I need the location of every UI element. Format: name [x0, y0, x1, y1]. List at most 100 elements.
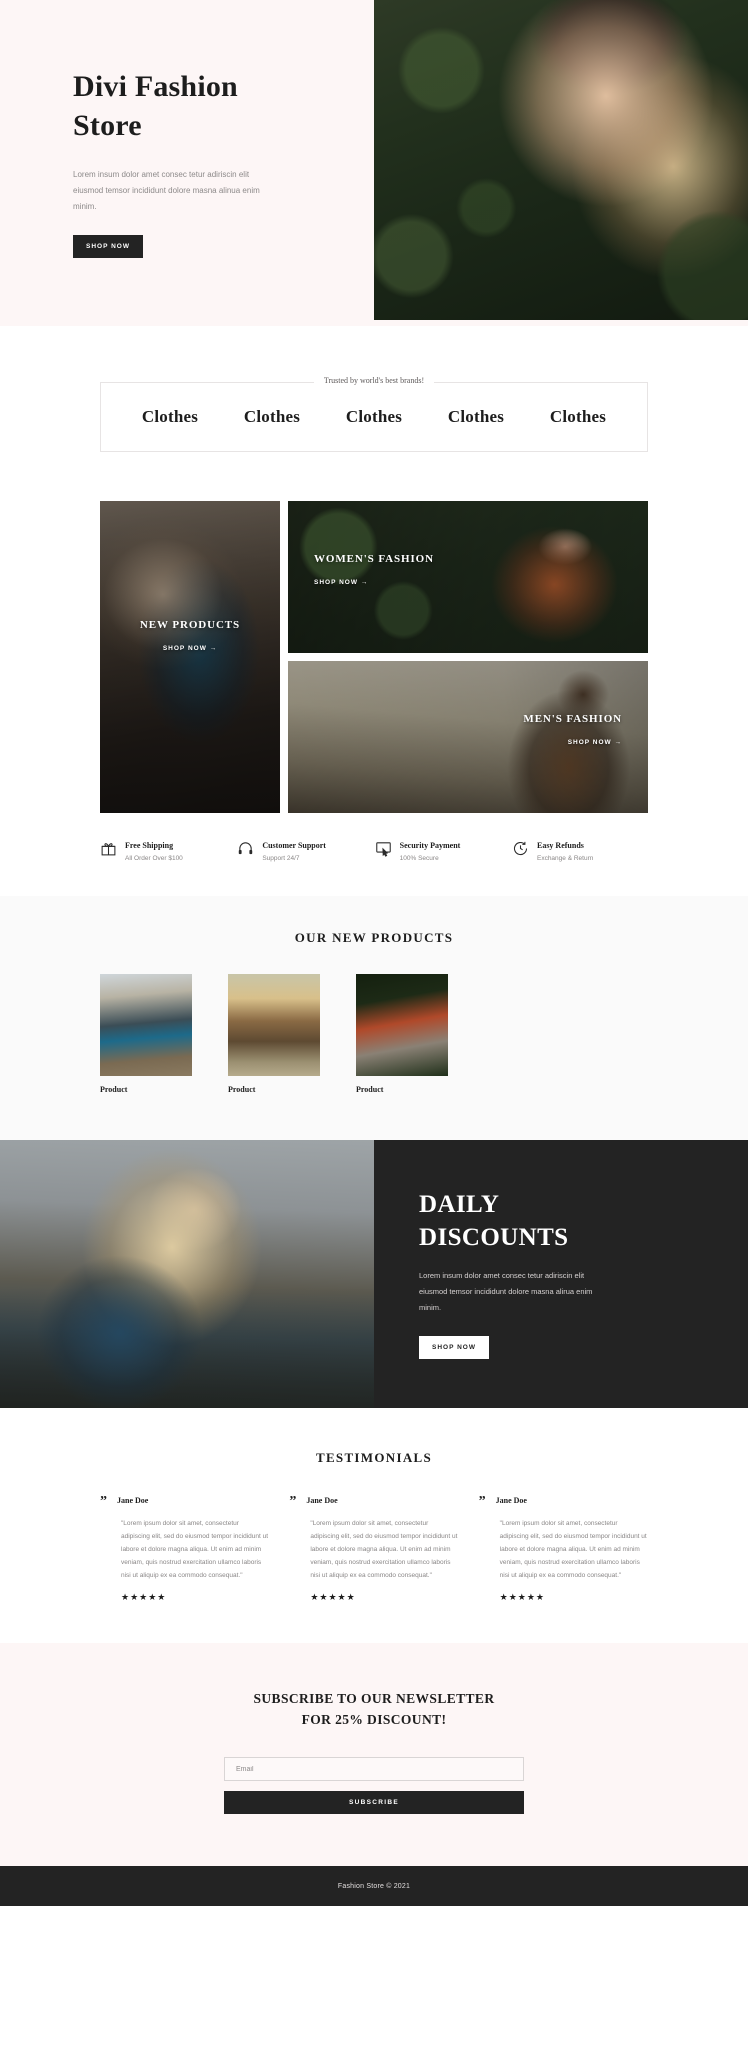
product-card[interactable]: Product: [228, 974, 320, 1094]
newsletter-form: SUBSCRIBE: [224, 1757, 524, 1815]
subscribe-button[interactable]: SUBSCRIBE: [224, 1791, 524, 1815]
category-card-content: NEW PRODUCTS SHOP NOW →: [100, 619, 280, 652]
testimonial-header: ” Jane Doe: [479, 1494, 648, 1508]
newsletter-section: SUBSCRIBE TO OUR NEWSLETTER FOR 25% DISC…: [0, 1643, 748, 1867]
discount-title-line2: DISCOUNTS: [419, 1223, 569, 1251]
benefit-subtitle: Support 24/7: [262, 855, 300, 862]
testimonial-rating: ★★★★★: [121, 1592, 167, 1603]
clock-refund-icon: [512, 840, 529, 857]
hero-shop-now-button[interactable]: SHOP NOW: [73, 234, 143, 258]
benefit-item: Security Payment 100% Secure: [375, 835, 511, 862]
discount-photo-woman-denim: [0, 1140, 374, 1408]
product-image: [356, 974, 448, 1076]
product-card[interactable]: Product: [356, 974, 448, 1094]
benefit-text: Customer Support Support 24/7: [262, 835, 326, 862]
secure-payment-icon: [375, 840, 392, 857]
benefit-item: Easy Refunds Exchange & Return: [512, 835, 648, 862]
product-image: [228, 974, 320, 1076]
hero-copy: Divi Fashion Store Lorem insum dolor ame…: [0, 0, 374, 326]
discount-copy: DAILY DISCOUNTS Lorem insum dolor amet c…: [374, 1140, 748, 1408]
category-shop-now-link[interactable]: SHOP NOW →: [314, 579, 434, 586]
hero-paragraph: Lorem insum dolor amet consec tetur adir…: [73, 169, 260, 211]
brands-box: Clothes Clothes Clothes Clothes Clothes: [100, 382, 648, 452]
category-grid: NEW PRODUCTS SHOP NOW → WOMEN'S FASHION …: [100, 501, 648, 813]
product-card[interactable]: Product: [100, 974, 192, 1094]
testimonial-card: ” Jane Doe "Lorem ipsum dolor sit amet, …: [100, 1494, 269, 1603]
hero-section: Divi Fashion Store Lorem insum dolor ame…: [0, 0, 748, 326]
benefit-subtitle: All Order Over $100: [125, 855, 183, 862]
quote-icon: ”: [289, 1494, 297, 1509]
category-title: NEW PRODUCTS: [139, 619, 241, 631]
benefit-text: Easy Refunds Exchange & Return: [537, 835, 593, 862]
benefit-title: Security Payment: [399, 841, 461, 850]
brand-logo: Clothes: [141, 407, 199, 426]
testimonial-grid: ” Jane Doe "Lorem ipsum dolor sit amet, …: [100, 1494, 648, 1603]
benefit-item: Customer Support Support 24/7: [237, 835, 373, 862]
testimonial-header: ” Jane Doe: [100, 1494, 269, 1509]
discount-title: DAILY DISCOUNTS: [419, 1189, 748, 1254]
footer-copyright: Fashion Store © 2021: [337, 1882, 411, 1890]
category-card-content: WOMEN'S FASHION SHOP NOW →: [314, 553, 434, 586]
category-shop-now-link[interactable]: SHOP NOW →: [100, 645, 280, 652]
newsletter-title: SUBSCRIBE TO OUR NEWSLETTER FOR 25% DISC…: [0, 1689, 748, 1731]
discount-paragraph: Lorem insum dolor amet consec tetur adir…: [419, 1271, 593, 1312]
section-heading-testimonials: TESTIMONIALS: [315, 1450, 433, 1465]
category-card-mens-fashion[interactable]: MEN'S FASHION SHOP NOW →: [288, 661, 648, 813]
benefits-row: Free Shipping All Order Over $100 Custom…: [100, 835, 648, 896]
headphones-icon: [237, 840, 254, 857]
testimonial-header: ” Jane Doe: [289, 1494, 458, 1509]
benefit-text: Security Payment 100% Secure: [400, 835, 461, 862]
category-title: WOMEN'S FASHION: [314, 553, 434, 565]
email-field[interactable]: [224, 1757, 524, 1782]
product-grid: Product Product Product: [100, 974, 648, 1094]
testimonial-text: "Lorem ipsum dolor sit amet, consectetur…: [310, 1520, 458, 1580]
newsletter-title-line2: FOR 25% DISCOUNT!: [301, 1712, 447, 1728]
category-column-left: NEW PRODUCTS SHOP NOW →: [100, 501, 280, 813]
testimonial-card: ” Jane Doe "Lorem ipsum dolor sit amet, …: [479, 1494, 648, 1603]
benefit-title: Easy Refunds: [536, 841, 584, 850]
landing-page: Divi Fashion Store Lorem insum dolor ame…: [0, 0, 748, 1907]
testimonial-author: Jane Doe: [495, 1496, 527, 1505]
testimonial-text: "Lorem ipsum dolor sit amet, consectetur…: [499, 1520, 647, 1580]
brands-label: Trusted by world's best brands!: [313, 376, 435, 385]
brand-logo: Clothes: [447, 407, 505, 426]
daily-discounts-section: DAILY DISCOUNTS Lorem insum dolor amet c…: [0, 1140, 748, 1408]
brand-logo: Clothes: [345, 407, 403, 426]
category-card-new-products[interactable]: NEW PRODUCTS SHOP NOW →: [100, 501, 280, 813]
product-name: Product: [356, 1085, 384, 1094]
category-card-content: MEN'S FASHION SHOP NOW →: [523, 713, 622, 746]
testimonial-rating: ★★★★★: [499, 1592, 545, 1603]
testimonial-author: Jane Doe: [306, 1496, 338, 1505]
hero-image: [374, 0, 748, 320]
benefit-subtitle: 100% Secure: [399, 855, 439, 862]
testimonial-card: ” Jane Doe "Lorem ipsum dolor sit amet, …: [289, 1494, 458, 1603]
discount-image: [0, 1140, 374, 1408]
category-photo-new-products: [100, 501, 280, 813]
gift-icon: [100, 840, 117, 857]
section-heading-products: OUR NEW PRODUCTS: [294, 930, 454, 945]
benefit-title: Customer Support: [262, 841, 326, 850]
new-products-section: OUR NEW PRODUCTS Product Product Product: [0, 896, 748, 1140]
brand-logo: Clothes: [549, 407, 607, 426]
brand-logo: Clothes: [243, 407, 301, 426]
testimonial-rating: ★★★★★: [310, 1592, 356, 1603]
testimonials-section: TESTIMONIALS ” Jane Doe "Lorem ipsum dol…: [0, 1408, 748, 1644]
testimonial-text: "Lorem ipsum dolor sit amet, consectetur…: [121, 1520, 269, 1580]
category-column-right: WOMEN'S FASHION SHOP NOW → MEN'S FASHION…: [288, 501, 648, 813]
footer: Fashion Store © 2021: [0, 1866, 748, 1907]
benefit-subtitle: Exchange & Return: [536, 855, 594, 862]
page-title: Divi Fashion Store: [73, 70, 238, 142]
benefit-text: Free Shipping All Order Over $100: [125, 835, 183, 862]
newsletter-title-line1: SUBSCRIBE TO OUR NEWSLETTER: [253, 1691, 495, 1707]
quote-icon: ”: [100, 1494, 107, 1509]
product-name: Product: [228, 1085, 256, 1094]
hero-photo-woman-with-hat: [374, 0, 748, 320]
discount-shop-now-button[interactable]: SHOP NOW: [419, 1335, 489, 1359]
category-card-womens-fashion[interactable]: WOMEN'S FASHION SHOP NOW →: [288, 501, 648, 653]
discount-title-line1: DAILY: [419, 1191, 500, 1219]
category-shop-now-link[interactable]: SHOP NOW →: [523, 739, 622, 746]
testimonial-author: Jane Doe: [117, 1496, 149, 1505]
benefit-title: Free Shipping: [125, 841, 174, 850]
product-name: Product: [100, 1085, 128, 1094]
brands-section: Trusted by world's best brands! Clothes …: [0, 326, 748, 478]
